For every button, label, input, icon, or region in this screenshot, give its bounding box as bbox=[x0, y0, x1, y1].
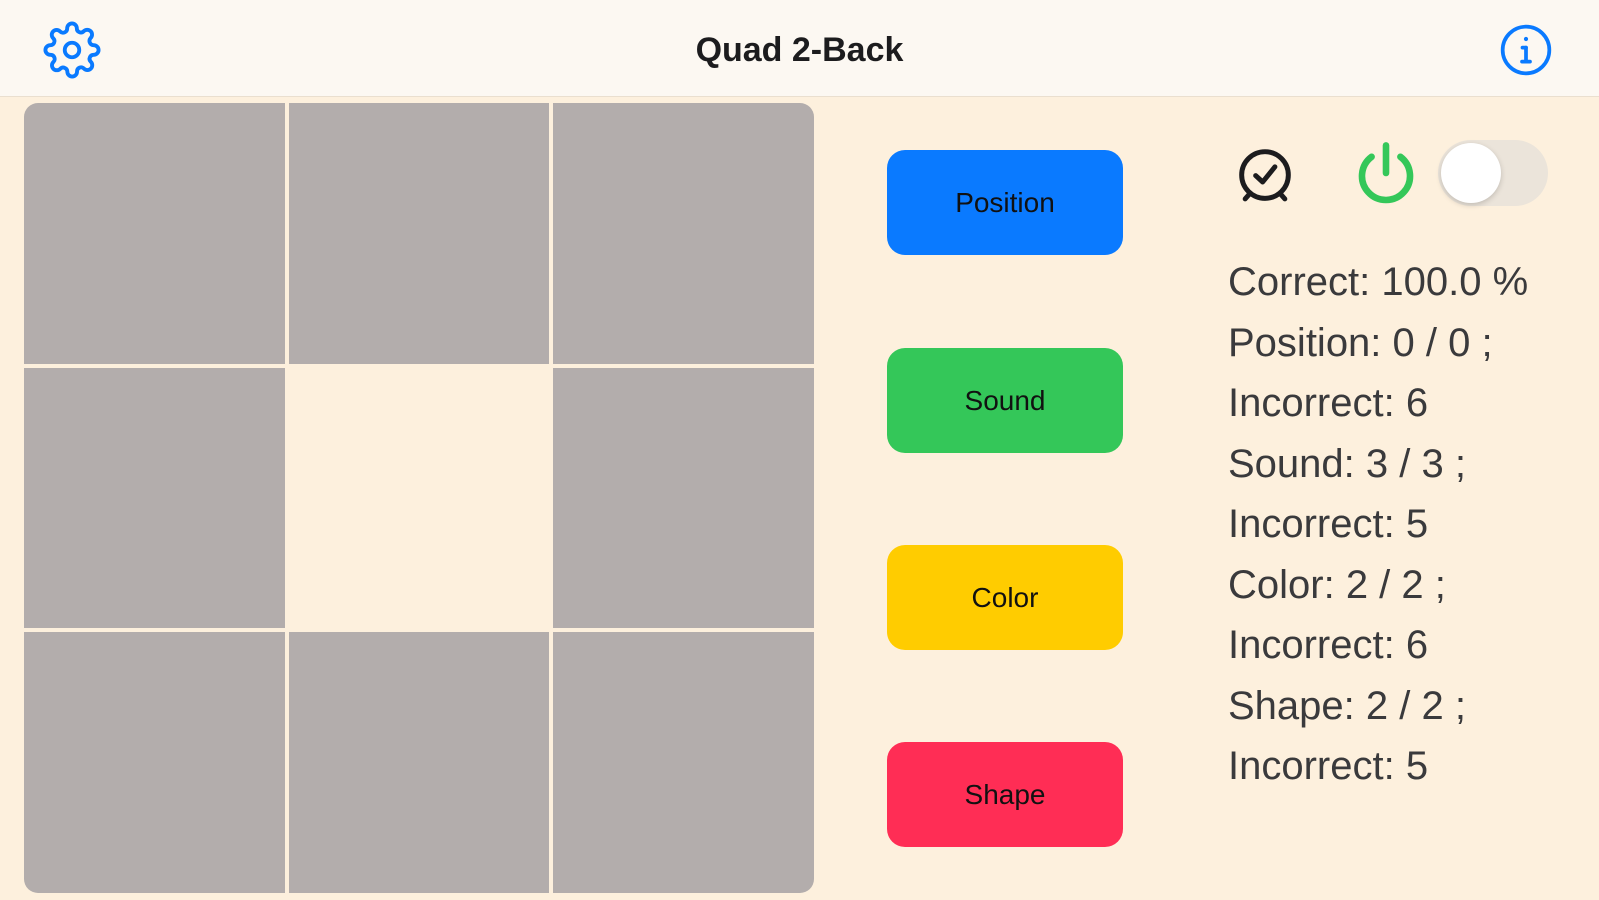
stat-sound: Sound: 3 / 3 ; bbox=[1228, 441, 1466, 486]
grid-cell-8 bbox=[288, 632, 550, 893]
grid-cell-4 bbox=[24, 367, 285, 629]
info-button[interactable] bbox=[1494, 18, 1558, 82]
stat-position-incorrect: Incorrect: 6 bbox=[1228, 381, 1429, 425]
stat-shape: Shape: 2 / 2 ; bbox=[1228, 683, 1466, 728]
game-grid bbox=[24, 103, 814, 893]
stat-correct: Correct: 100.0 % bbox=[1228, 260, 1529, 304]
stats-list: Correct: 100.0 % Position: 0 / 0 ; Incor… bbox=[1228, 252, 1588, 797]
position-button[interactable]: Position bbox=[887, 150, 1123, 255]
power-icon[interactable] bbox=[1350, 137, 1422, 209]
stat-shape-incorrect: Incorrect: 5 bbox=[1228, 744, 1429, 788]
color-button[interactable]: Color bbox=[887, 545, 1123, 650]
grid-cell-6 bbox=[553, 367, 814, 629]
stat-color-incorrect: Incorrect: 6 bbox=[1228, 623, 1429, 667]
settings-button[interactable] bbox=[40, 18, 104, 82]
gear-icon bbox=[43, 21, 101, 79]
grid-cell-3 bbox=[553, 103, 814, 364]
stat-sound-incorrect: Incorrect: 5 bbox=[1228, 502, 1429, 546]
grid-cell-1 bbox=[24, 103, 285, 364]
grid-cell-2 bbox=[288, 103, 550, 364]
stat-color: Color: 2 / 2 ; bbox=[1228, 562, 1446, 607]
stat-position: Position: 0 / 0 ; bbox=[1228, 320, 1493, 365]
grid-cell-9 bbox=[553, 632, 814, 893]
sound-button[interactable]: Sound bbox=[887, 348, 1123, 453]
info-circle-icon bbox=[1500, 24, 1552, 76]
power-toggle[interactable] bbox=[1438, 140, 1548, 206]
navigation-bar: Quad 2-Back bbox=[0, 0, 1599, 97]
toggle-knob bbox=[1441, 143, 1501, 203]
grid-cell-5-active bbox=[288, 367, 550, 629]
page-title: Quad 2-Back bbox=[695, 31, 904, 69]
grid-cell-7 bbox=[24, 632, 285, 893]
alarm-clock-icon[interactable] bbox=[1230, 140, 1300, 210]
shape-button[interactable]: Shape bbox=[887, 742, 1123, 847]
